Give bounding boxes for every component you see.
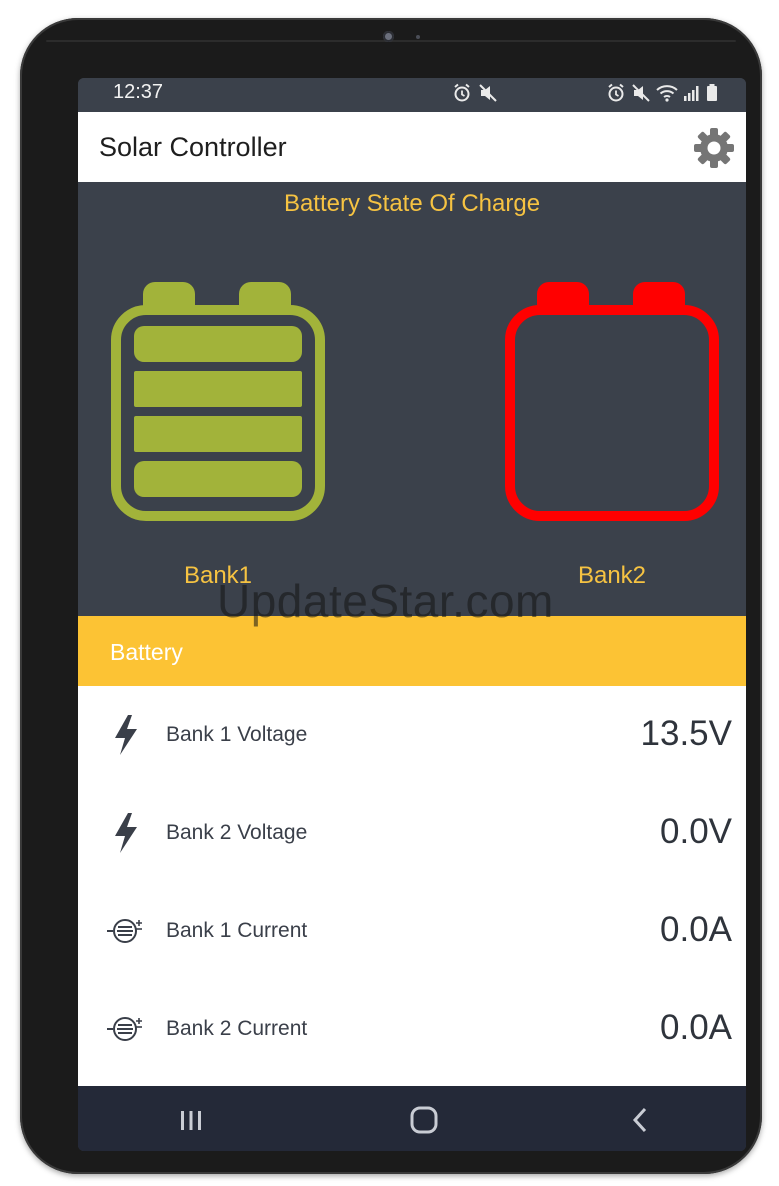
- reading-label: Bank 2 Voltage: [166, 821, 308, 844]
- bank2-battery-icon: [505, 282, 719, 521]
- alarm-icon: [608, 83, 624, 102]
- list-item-bank2-voltage[interactable]: Bank 2 Voltage 0.0V: [78, 784, 746, 882]
- status-notification-icons: [452, 83, 498, 103]
- reading-label: Bank 2 Current: [166, 1017, 308, 1040]
- charge-cell: [134, 461, 302, 497]
- mute-icon: [479, 84, 497, 102]
- reading-label: Bank 1 Current: [166, 919, 308, 942]
- navigation-bar: [78, 1086, 746, 1151]
- alarm-icon: [454, 83, 470, 102]
- reading-value: 0.0A: [660, 910, 732, 949]
- lightning-bolt-icon: [115, 715, 137, 755]
- lightning-bolt-icon: [115, 813, 137, 853]
- reading-value: 0.0V: [660, 812, 732, 851]
- settings-button[interactable]: [692, 126, 736, 170]
- recent-apps-button[interactable]: [168, 1100, 214, 1140]
- state-of-charge-title: Battery State Of Charge: [283, 190, 541, 217]
- charge-cell: [134, 326, 302, 362]
- reading-value: 0.0A: [660, 1008, 732, 1047]
- battery-current-icon: [107, 1017, 142, 1041]
- back-button[interactable]: [617, 1100, 663, 1140]
- bank1-label: Bank1: [183, 562, 253, 589]
- signal-icon: [684, 86, 699, 101]
- app-bar: Solar Controller: [78, 112, 746, 182]
- reading-value: 13.5V: [640, 714, 732, 753]
- reading-label: Bank 1 Voltage: [166, 723, 308, 746]
- bank1-battery-icon: [111, 282, 325, 521]
- wifi-icon: [656, 85, 678, 102]
- readings-list: Bank 1 Voltage 13.5V Bank 2 Voltage 0.0V: [78, 686, 746, 1088]
- list-item-bank1-voltage[interactable]: Bank 1 Voltage 13.5V: [78, 686, 746, 784]
- charge-cell: [134, 371, 302, 407]
- gear-icon: [694, 128, 734, 168]
- mute-icon: [632, 84, 650, 102]
- recent-apps-icon: [181, 1111, 201, 1130]
- battery-status-icon: [707, 84, 717, 101]
- status-system-icons: [606, 83, 718, 103]
- back-icon: [632, 1107, 647, 1133]
- state-of-charge-panel: Battery State Of Charge Bank1 Bank2: [78, 182, 746, 616]
- app-screen: 12:37 Solar Controller Battery State Of …: [78, 78, 746, 1151]
- battery-current-icon: [107, 919, 142, 943]
- bank2-label: Bank2: [577, 562, 647, 589]
- charge-cell: [134, 416, 302, 452]
- status-time: 12:37: [113, 81, 164, 103]
- app-title: Solar Controller: [99, 132, 287, 162]
- home-icon: [410, 1106, 438, 1134]
- section-title: Battery: [110, 639, 183, 665]
- battery-section-header: Battery: [78, 616, 746, 686]
- light-sensor: [416, 35, 420, 39]
- list-item-bank1-current[interactable]: Bank 1 Current 0.0A: [78, 882, 746, 980]
- front-camera: [383, 31, 394, 42]
- home-button[interactable]: [401, 1100, 447, 1140]
- list-item-bank2-current[interactable]: Bank 2 Current 0.0A: [78, 980, 746, 1078]
- status-bar: 12:37: [78, 78, 746, 112]
- tablet-frame: 12:37 Solar Controller Battery State Of …: [20, 18, 762, 1174]
